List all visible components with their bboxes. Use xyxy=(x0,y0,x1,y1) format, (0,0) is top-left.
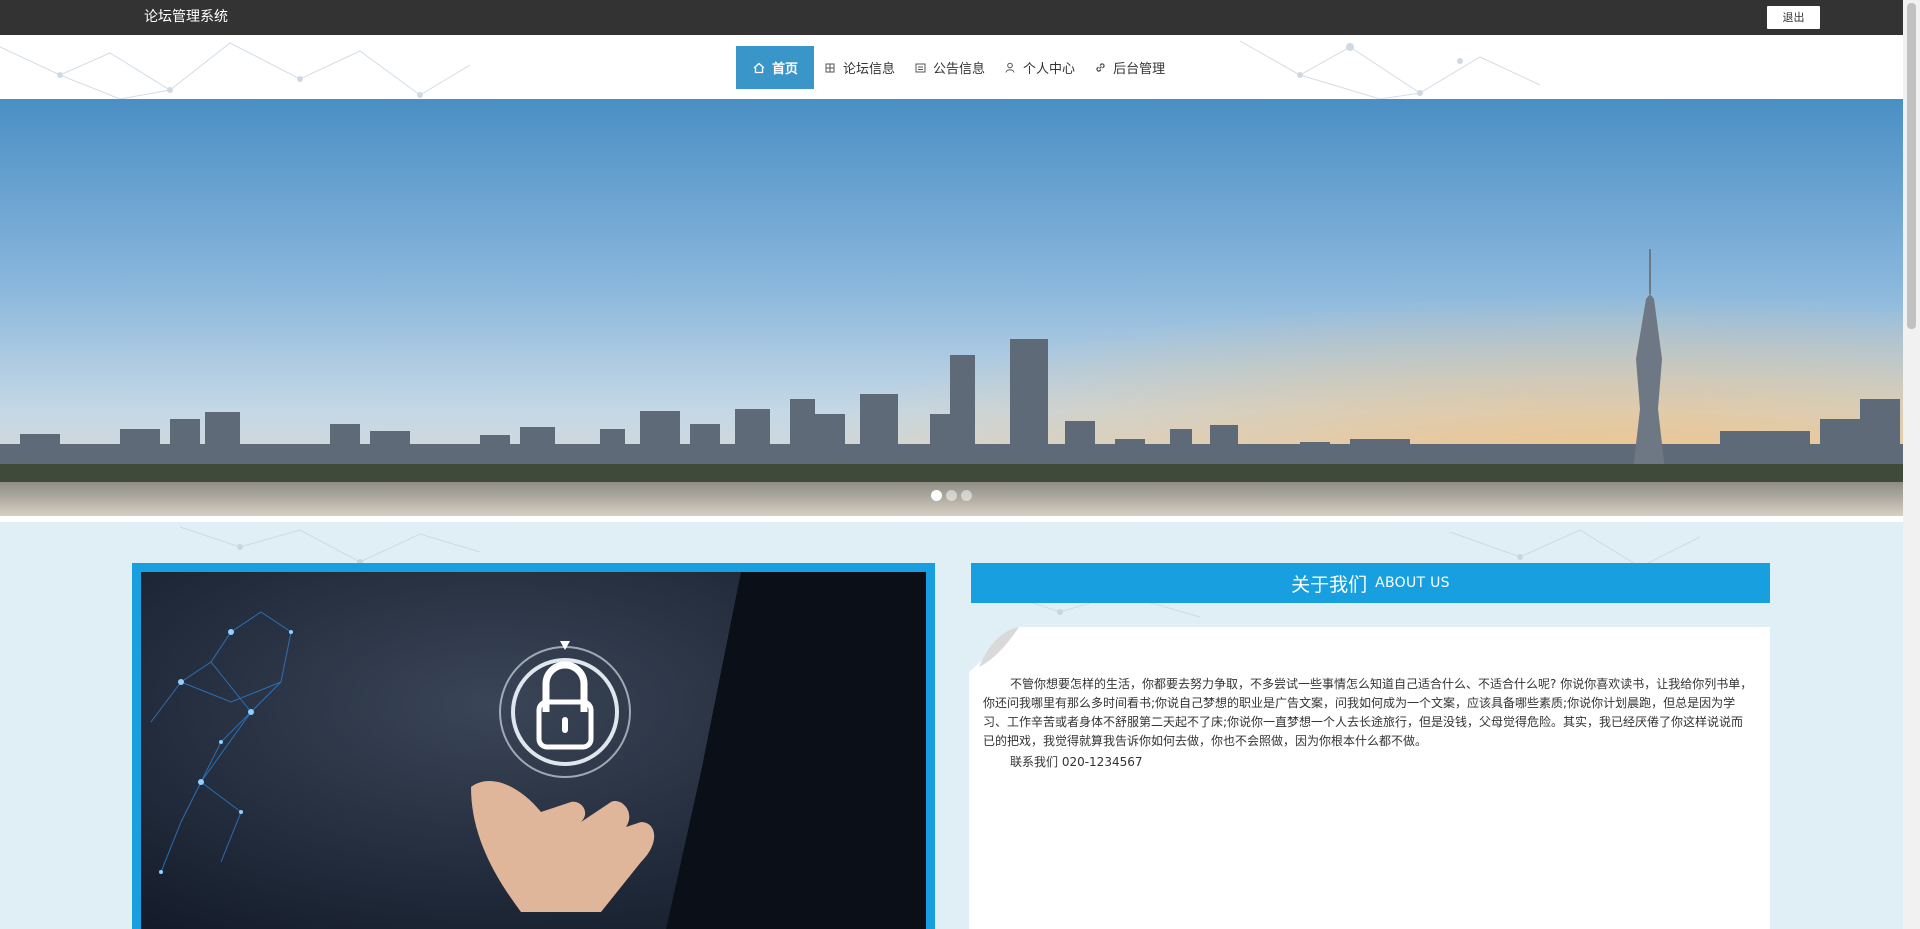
user-icon xyxy=(1003,61,1017,75)
top-bar: 论坛管理系统 退出 xyxy=(0,0,1903,35)
page-scrollbar[interactable] xyxy=(1903,0,1920,929)
nav-admin[interactable]: 后台管理 xyxy=(1084,46,1174,89)
main-menu: 首页 论坛信息 公告信息 个人中心 后台管理 xyxy=(736,46,1174,89)
about-subtitle: ABOUT US xyxy=(1375,575,1450,591)
nav-home-label: 首页 xyxy=(772,62,799,77)
nav-forum-label: 论坛信息 xyxy=(843,62,896,77)
link-icon xyxy=(1093,61,1107,75)
nav-profile-label: 个人中心 xyxy=(1023,62,1076,77)
nav-bar: 首页 论坛信息 公告信息 个人中心 后台管理 xyxy=(0,35,1903,99)
notice-icon xyxy=(913,61,927,75)
about-us-panel: 不管你想要怎样的生活，你都要去努力争取，不多尝试一些事情怎么知道自己适合什么、不… xyxy=(969,627,1770,929)
nav-admin-label: 后台管理 xyxy=(1113,62,1166,77)
nav-notice-label: 公告信息 xyxy=(933,62,986,77)
carousel-dot-3[interactable] xyxy=(961,490,972,501)
logout-button[interactable]: 退出 xyxy=(1767,6,1820,29)
feature-image-frame xyxy=(132,563,935,929)
security-lock-image xyxy=(141,572,926,929)
about-description: 不管你想要怎样的生活，你都要去努力争取，不多尝试一些事情怎么知道自己适合什么、不… xyxy=(983,677,1753,748)
grid-icon xyxy=(823,61,837,75)
hand-lock-illustration xyxy=(141,572,926,929)
carousel-dot-2[interactable] xyxy=(946,490,957,501)
city-skyline-image xyxy=(0,99,1903,516)
page-curl-decoration xyxy=(969,627,1019,672)
content-section: 关于我们 ABOUT US 不管你想要怎样的生活，你都要去努力争取，不多尝试一些… xyxy=(0,522,1903,929)
scrollbar-thumb[interactable] xyxy=(1907,3,1916,329)
home-icon xyxy=(752,61,766,75)
site-title: 论坛管理系统 xyxy=(144,9,228,25)
about-title: 关于我们 xyxy=(1291,573,1368,596)
nav-profile[interactable]: 个人中心 xyxy=(994,46,1084,89)
nav-home[interactable]: 首页 xyxy=(736,46,815,89)
carousel-dot-1[interactable] xyxy=(931,490,942,501)
carousel-indicators xyxy=(0,490,1903,501)
nav-forum[interactable]: 论坛信息 xyxy=(814,46,904,89)
about-us-header: 关于我们 ABOUT US xyxy=(971,563,1770,603)
contact-info: 联系我们 020-1234567 xyxy=(1010,755,1143,769)
nav-notice[interactable]: 公告信息 xyxy=(904,46,994,89)
hero-banner xyxy=(0,99,1903,516)
